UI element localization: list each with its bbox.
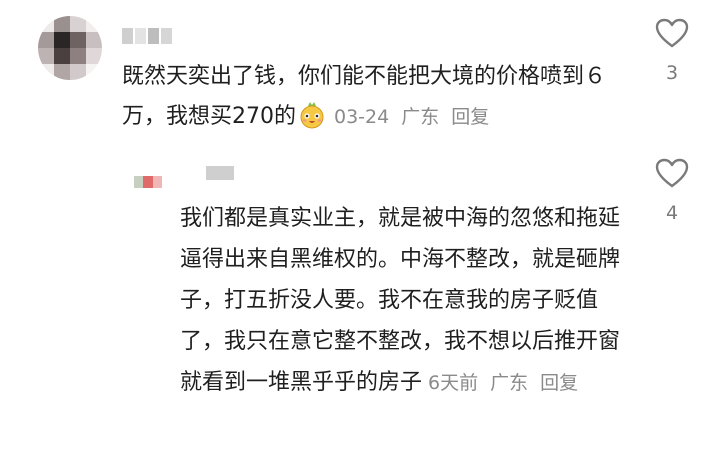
comment-location: 广东 [490, 372, 529, 394]
comment-meta: 03-24 广东 回复 [334, 106, 489, 128]
comment-location: 广东 [401, 106, 440, 128]
reply-button[interactable]: 回复 [451, 106, 489, 128]
username[interactable] [122, 28, 172, 44]
avatar[interactable] [134, 176, 162, 188]
avatar[interactable] [38, 16, 102, 80]
like-count: 4 [665, 202, 679, 224]
comment-text: 既然天奕出了钱，你们能不能把大境的价格喷到６万，我想买270的 03-24 广东回… [122, 57, 642, 137]
reply-button[interactable]: 回复 [540, 372, 578, 394]
comment-date: 6天前 [428, 372, 479, 394]
like-group: 3 [652, 18, 692, 84]
heart-icon[interactable] [652, 158, 692, 188]
heart-icon[interactable] [652, 18, 692, 48]
like-group: 4 [652, 158, 692, 224]
comment-body: 我们都是真实业主，就是被中海的忽悠和拖延逼得出来自黑维权的。中海不整改，就是砸牌… [180, 206, 621, 395]
username[interactable] [206, 166, 234, 180]
comment-date: 03-24 [334, 106, 390, 128]
like-count: 3 [665, 62, 679, 84]
comment-text: 我们都是真实业主，就是被中海的忽悠和拖延逼得出来自黑维权的。中海不整改，就是砸牌… [180, 198, 630, 404]
comment-meta: 6天前 广东 回复 [428, 372, 578, 394]
smiling-face-emoji [298, 101, 326, 129]
